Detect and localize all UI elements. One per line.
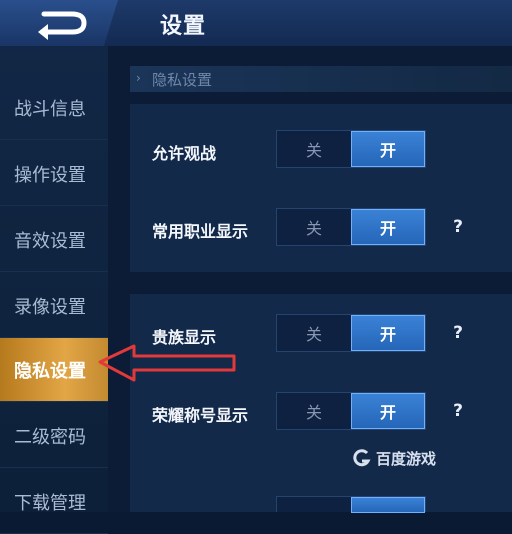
toggle-off-option[interactable]: 关 [277, 393, 351, 429]
section-title: 隐私设置 [152, 70, 213, 89]
sidebar-item-battle-info[interactable]: 战斗信息 [0, 76, 108, 140]
sidebar-item-label: 隐私设置 [14, 360, 86, 382]
sidebar-item-label: 战斗信息 [14, 98, 86, 120]
help-icon[interactable]: ? [448, 401, 468, 421]
common-role-toggle[interactable]: 关 开 [276, 208, 426, 246]
help-icon[interactable]: ? [448, 217, 468, 237]
toggle-on-option[interactable]: 开 [351, 315, 425, 351]
partial-toggle[interactable] [276, 496, 426, 513]
sidebar-item-label: 下载管理 [14, 492, 86, 514]
top-bar: 设置 [0, 0, 512, 47]
sidebar-item-label: 音效设置 [14, 230, 86, 252]
setting-label-common-role: 常用职业显示 [152, 222, 249, 241]
setting-label-noble-display: 贵族显示 [152, 328, 217, 347]
setting-label-honor-title: 荣耀称号显示 [152, 406, 249, 425]
toggle-on-option[interactable] [351, 497, 425, 513]
sidebar-item-sound[interactable]: 音效设置 [0, 208, 108, 272]
baidu-game-logo [353, 449, 371, 467]
allow-spectate-toggle[interactable]: 关 开 [276, 130, 426, 168]
sidebar-item-label: 录像设置 [14, 296, 86, 318]
sidebar-item-label: 操作设置 [14, 164, 86, 186]
toggle-off-option[interactable]: 关 [277, 315, 351, 351]
setting-label-allow-spectate: 允许观战 [152, 144, 217, 163]
sidebar-item-controls[interactable]: 操作设置 [0, 142, 108, 206]
watermark-text: 百度游戏 [376, 449, 437, 468]
toggle-on-option[interactable]: 开 [351, 131, 425, 167]
page-title: 设置 [160, 14, 207, 39]
sidebar-item-label: 二级密码 [14, 426, 86, 448]
toggle-off-option[interactable]: 关 [277, 209, 351, 245]
sidebar-item-secondary-password[interactable]: 二级密码 [0, 404, 108, 468]
sidebar-item-privacy[interactable]: 隐私设置 [0, 338, 108, 402]
section-header: › 隐私设置 [130, 66, 512, 92]
settings-sidebar: 战斗信息 操作设置 音效设置 录像设置 隐私设置 二级密码 下载管理 [0, 46, 109, 534]
back-arrow-icon [38, 11, 87, 40]
noble-display-toggle[interactable]: 关 开 [276, 314, 426, 352]
back-button[interactable] [32, 6, 94, 40]
sidebar-item-replay[interactable]: 录像设置 [0, 274, 108, 338]
honor-title-toggle[interactable]: 关 开 [276, 392, 426, 430]
toggle-on-option[interactable]: 开 [351, 209, 425, 245]
help-icon[interactable]: ? [448, 323, 468, 343]
sidebar-item-downloads[interactable]: 下载管理 [0, 470, 108, 534]
toggle-off-option[interactable] [277, 497, 351, 513]
toggle-on-option[interactable]: 开 [351, 393, 425, 429]
watermark: 百度游戏 [352, 446, 436, 470]
section-marker-icon: › [136, 71, 141, 85]
toggle-off-option[interactable]: 关 [277, 131, 351, 167]
